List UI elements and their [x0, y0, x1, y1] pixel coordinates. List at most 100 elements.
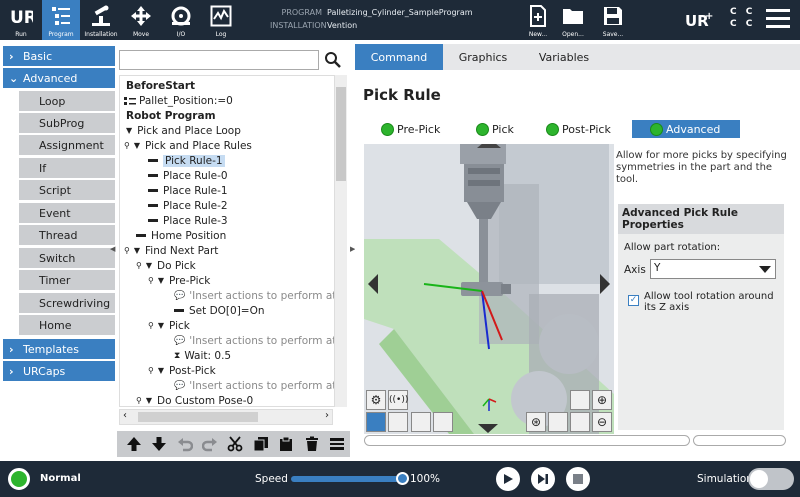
nav-item-switch[interactable]: Switch — [19, 248, 115, 268]
nav-item-if[interactable]: If — [19, 158, 115, 178]
nav-item-timer[interactable]: Timer — [19, 270, 115, 290]
step-post-pick[interactable]: Post-Pick — [546, 120, 611, 138]
tree-row-home-position[interactable]: Home Position — [136, 228, 226, 243]
expand-down-icon[interactable]: ▼ — [134, 141, 140, 150]
tree-row-beforestart[interactable]: BeforeStart — [126, 78, 195, 93]
tree-row-pallet-position[interactable]: Pallet_Position:=0 — [124, 93, 233, 108]
tree-horizontal-scrollbar[interactable]: ‹ › — [119, 409, 333, 425]
tree-row-wait[interactable]: ⧗ Wait: 0.5 — [174, 348, 231, 363]
expand-down-icon[interactable]: ▼ — [134, 246, 140, 255]
play-button[interactable] — [496, 467, 520, 491]
undo-button[interactable] — [172, 432, 197, 456]
speed-slider-track[interactable] — [291, 476, 403, 482]
tree-row-robot-program[interactable]: Robot Program — [126, 108, 216, 123]
program-button[interactable]: Program — [42, 0, 80, 40]
tree-row-comment-2[interactable]: 💬 'Insert actions to perform at p — [174, 333, 334, 348]
stop-button[interactable] — [566, 467, 590, 491]
view-scrollbar[interactable] — [364, 435, 690, 446]
nav-group-templates[interactable]: › Templates — [3, 339, 115, 359]
tab-variables[interactable]: Variables — [523, 44, 605, 70]
simulation-toggle[interactable] — [748, 468, 794, 490]
robot-status-button[interactable] — [8, 468, 30, 490]
left-splitter-handle[interactable]: ◀ — [110, 245, 116, 255]
nav-item-script[interactable]: Script — [19, 180, 115, 200]
hamburger-menu-icon[interactable] — [766, 9, 790, 31]
zoom-in-icon[interactable]: ⊕ — [592, 390, 612, 410]
globe-view-icon[interactable]: ⊛ — [526, 412, 546, 432]
wireless-icon[interactable]: ((•)) — [388, 390, 408, 410]
scroll-thumb[interactable] — [138, 412, 258, 422]
delete-button[interactable] — [299, 432, 324, 456]
puzzle-icon[interactable] — [388, 412, 408, 432]
tree-row-find-next-part[interactable]: ⚲ ▼ Find Next Part — [124, 243, 218, 258]
scroll-right-icon[interactable]: › — [325, 410, 329, 421]
scroll-left-icon[interactable]: ‹ — [123, 410, 127, 421]
expand-down-icon[interactable]: ▼ — [158, 321, 164, 330]
save-button[interactable]: Save... — [594, 0, 632, 40]
suppress-button[interactable] — [325, 432, 350, 456]
expand-down-icon[interactable]: ▼ — [146, 261, 152, 270]
paste-button[interactable] — [274, 432, 299, 456]
axes-view-2-icon[interactable] — [570, 412, 590, 432]
tool-rotation-checkbox[interactable]: ✓ — [628, 295, 639, 306]
open-button[interactable]: Open... — [554, 0, 592, 40]
tree-row-pick[interactable]: ⚲ ▼ Pick — [148, 318, 190, 333]
nav-group-urcaps[interactable]: › URCaps — [3, 361, 115, 381]
nav-item-screwdriving[interactable]: Screwdriving — [19, 293, 115, 313]
tree-row-set-do[interactable]: Set DO[0]=On — [174, 303, 265, 318]
move-down-button[interactable] — [146, 432, 171, 456]
zoom-out-icon[interactable]: ⊖ — [592, 412, 612, 432]
nav-group-basic[interactable]: › Basic — [3, 46, 115, 66]
nav-item-event[interactable]: Event — [19, 203, 115, 223]
scroll-thumb[interactable] — [336, 87, 346, 181]
redo-button[interactable] — [197, 432, 222, 456]
step-advanced[interactable]: Advanced — [632, 120, 741, 138]
nav-item-thread[interactable]: Thread — [19, 225, 115, 245]
expand-down-icon[interactable]: ▼ — [158, 366, 164, 375]
expand-down-icon[interactable]: ▼ — [146, 396, 152, 405]
tree-search-input[interactable] — [119, 50, 319, 70]
move-button[interactable]: Move — [122, 0, 160, 40]
axis-select[interactable]: Y — [650, 259, 776, 279]
tree-row-post-pick[interactable]: ⚲ ▼ Post-Pick — [148, 363, 216, 378]
tree-row-place-rule-2[interactable]: Place Rule-2 — [148, 198, 228, 213]
tree-row-pick-place-loop[interactable]: ▼ Pick and Place Loop — [126, 123, 241, 138]
log-button[interactable]: Log — [202, 0, 240, 40]
nav-item-subprog[interactable]: SubProg — [19, 113, 115, 133]
tree-row-place-rule-0[interactable]: Place Rule-0 — [148, 168, 228, 183]
tree-row-place-rule-1[interactable]: Place Rule-1 — [148, 183, 228, 198]
search-button[interactable] — [322, 49, 344, 71]
robot-3d-view[interactable]: ⚙ ((•)) ⊕ ⊛ ⊖ — [364, 144, 614, 434]
step-pick[interactable]: Pick — [476, 120, 514, 138]
tree-row-place-rule-3[interactable]: Place Rule-3 — [148, 213, 228, 228]
step-pre-pick[interactable]: Pre-Pick — [381, 120, 440, 138]
tab-graphics[interactable]: Graphics — [443, 44, 523, 70]
tree-row-pick-rule-1[interactable]: Pick Rule-1 — [148, 153, 225, 168]
tree-row-do-custom-pose[interactable]: ⚲ ▼ Do Custom Pose-0 — [136, 393, 253, 407]
io-button[interactable]: I/O — [162, 0, 200, 40]
speed-slider-handle[interactable] — [396, 472, 409, 485]
feature-view-icon[interactable] — [548, 412, 568, 432]
robot-view-button[interactable]: ⚙ — [366, 390, 386, 410]
installation-button[interactable]: Installation — [82, 0, 120, 40]
move-up-button[interactable] — [121, 432, 146, 456]
tree-row-pick-place-rules[interactable]: ⚲ ▼ Pick and Place Rules — [124, 138, 252, 153]
tree-row-pre-pick[interactable]: ⚲ ▼ Pre-Pick — [148, 273, 210, 288]
run-button[interactable]: UR Run — [2, 0, 40, 40]
tab-command[interactable]: Command — [355, 44, 443, 70]
tree-row-comment-3[interactable]: 💬 'Insert actions to perform at p — [174, 378, 334, 393]
view-scrollbar-secondary[interactable] — [693, 435, 786, 446]
tree-row-comment-1[interactable]: 💬 'Insert actions to perform at p — [174, 288, 334, 303]
nav-group-advanced[interactable]: ⌄ Advanced — [3, 68, 115, 88]
cut-button[interactable] — [223, 432, 248, 456]
tool-view-button[interactable] — [366, 412, 386, 432]
new-button[interactable]: New... — [519, 0, 557, 40]
axes-view-button[interactable] — [570, 390, 590, 410]
expand-down-icon[interactable]: ▼ — [126, 126, 132, 135]
urcap-logo-icon[interactable]: UR + — [684, 8, 714, 32]
expand-down-icon[interactable]: ▼ — [158, 276, 164, 285]
nav-item-home[interactable]: Home — [19, 315, 115, 335]
nav-item-loop[interactable]: Loop — [19, 91, 115, 111]
step-button[interactable] — [531, 467, 555, 491]
tree-row-do-pick[interactable]: ⚲ ▼ Do Pick — [136, 258, 196, 273]
